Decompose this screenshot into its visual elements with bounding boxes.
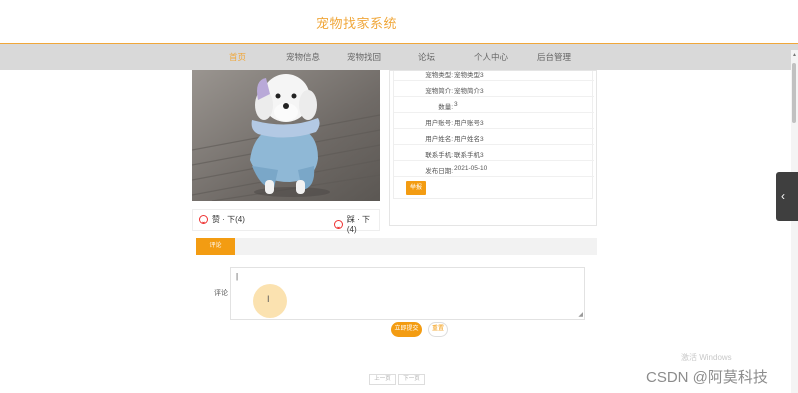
detail-key: 用户姓名: (425, 136, 453, 143)
detail-value: 2021-05-10 (454, 165, 488, 172)
pet-detail-panel: 宠物类型: 宠物类型3 宠物简介: 宠物简介3 数量: 3 用户账号: 用户账号… (389, 70, 597, 226)
submit-comment-button[interactable]: 立即提交 (391, 322, 422, 337)
downvote-button[interactable]: 踩 · 下(4) (334, 214, 379, 234)
vote-box: 赞 · 下(4) 踩 · 下(4) (192, 209, 380, 234)
scrollbar-thumb[interactable] (792, 63, 796, 123)
text-cursor-icon: I (267, 294, 270, 304)
detail-value: 用户账号3 (454, 120, 484, 127)
pet-photo-image (192, 70, 380, 201)
detail-row: 数量: 3 (394, 97, 594, 113)
downvote-label: 踩 · 下(4) (346, 215, 370, 234)
detail-key: 发布日期: (425, 168, 453, 175)
detail-value: 用户姓名3 (454, 136, 484, 143)
tab-comments[interactable]: 评论 (196, 238, 235, 255)
pagination-prev-button[interactable]: 上一页 (369, 374, 396, 385)
detail-table: 宠物类型: 宠物类型3 宠物简介: 宠物简介3 数量: 3 用户账号: 用户账号… (393, 71, 594, 199)
detail-key: 联系手机: (425, 152, 453, 159)
detail-row: 宠物类型: 宠物类型3 (394, 65, 594, 81)
report-button[interactable]: 举报 (406, 181, 426, 195)
nav-item-forum[interactable]: 论坛 (418, 51, 435, 63)
upvote-button[interactable]: 赞 · 下(4) (199, 214, 245, 225)
page-scrollbar[interactable]: ▲ (791, 50, 798, 393)
resize-grip-icon[interactable]: ◢ (578, 311, 583, 318)
detail-row: 用户姓名: 用户姓名3 (394, 129, 594, 145)
comment-field-label: 评论 (214, 290, 228, 297)
chevron-left-icon: ‹ (781, 189, 785, 203)
header: 宠物找家系统 (0, 0, 798, 44)
smile-icon (199, 215, 208, 224)
mouse-cursor-highlight (253, 284, 287, 318)
detail-key: 用户账号: (425, 120, 453, 127)
detail-row: 联系手机: 联系手机3 (394, 145, 594, 161)
detail-value: 宠物简介3 (454, 88, 484, 95)
reset-button[interactable]: 重置 (428, 322, 448, 337)
detail-row: 发布日期: 2021-05-10 (394, 161, 594, 177)
nav-item-user-center[interactable]: 个人中心 (474, 51, 508, 63)
detail-value: 联系手机3 (454, 152, 484, 159)
comment-tab-bar: 评论 (196, 238, 597, 255)
nav-item-admin[interactable]: 后台管理 (537, 51, 571, 63)
nav-item-pet-info[interactable]: 宠物信息 (286, 51, 320, 63)
upvote-label: 赞 · 下(4) (212, 215, 245, 224)
csdn-watermark: CSDN @阿莫科技 (646, 369, 768, 386)
smile-icon (334, 219, 343, 229)
side-panel-toggle[interactable]: ‹ (776, 172, 798, 221)
detail-value: 3 (454, 101, 458, 108)
detail-row: 宠物简介: 宠物简介3 (394, 81, 594, 97)
nav-item-pet-recovery[interactable]: 宠物找回 (347, 51, 381, 63)
windows-activation-watermark: 激活 Windows (681, 353, 732, 362)
nav-item-home[interactable]: 首页 (229, 51, 246, 63)
detail-key: 数量: (438, 104, 453, 111)
pagination-next-button[interactable]: 下一页 (398, 374, 425, 385)
site-title: 宠物找家系统 (316, 16, 398, 31)
detail-row: 用户账号: 用户账号3 (394, 113, 594, 129)
detail-key: 宠物类型: (425, 72, 453, 79)
detail-key: 宠物简介: (425, 88, 453, 95)
pet-photo (192, 70, 380, 201)
detail-value: 宠物类型3 (454, 72, 484, 79)
comment-text: | (236, 272, 239, 281)
scroll-up-arrow-icon[interactable]: ▲ (791, 52, 798, 58)
